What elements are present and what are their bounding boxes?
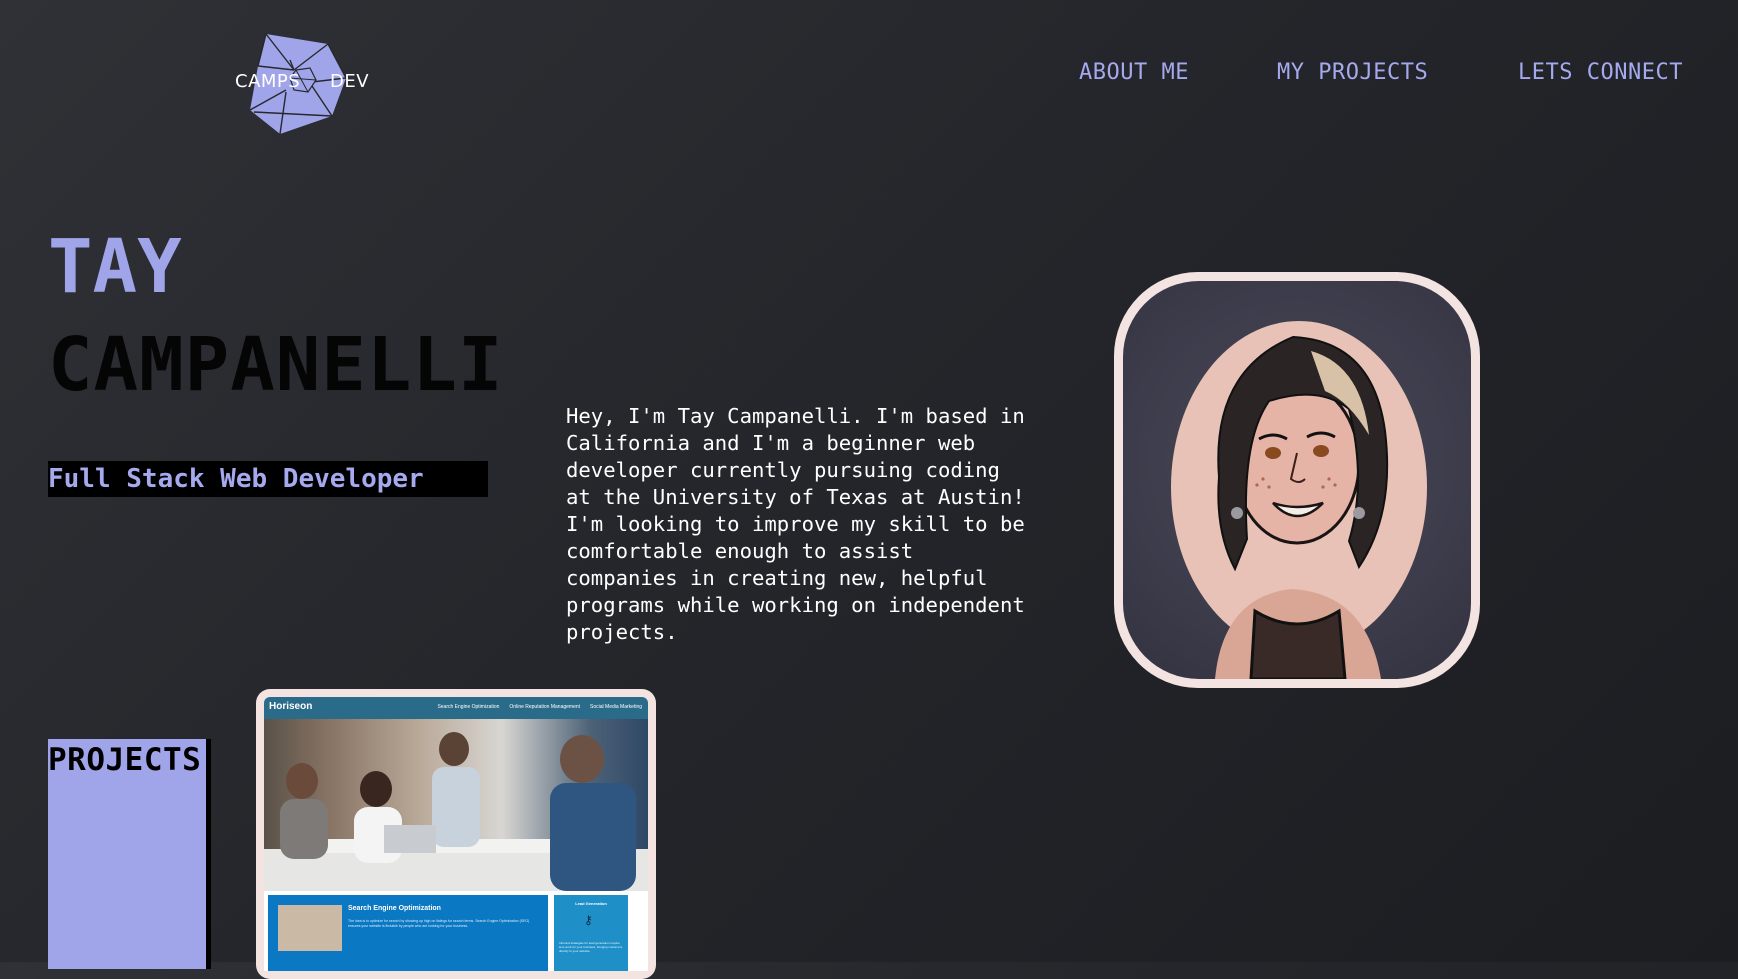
hero-last-name: CAMPANELLI: [48, 322, 504, 408]
preview-brand: Horiseon: [269, 701, 313, 712]
illustrated-portrait-icon: [1171, 321, 1427, 679]
preview-seo-section: Search Engine Optimization The idea is t…: [268, 895, 548, 971]
brand-right-text: DEV: [330, 71, 370, 92]
preview-nav: Search Engine Optimization Online Reputa…: [437, 704, 642, 710]
preview-header: Horiseon Search Engine Optimization Onli…: [264, 697, 648, 719]
preview-seo-text: The idea is to optimize for search by sh…: [348, 919, 530, 928]
avatar-portrait: [1123, 281, 1471, 679]
hero-bio: Hey, I'm Tay Campanelli. I'm based in Ca…: [566, 404, 1025, 644]
brand-left-text: CAMPS: [235, 71, 301, 92]
hero-first-name: TAY: [48, 224, 182, 310]
preview-seo-image: [278, 905, 342, 951]
avatar: [1114, 272, 1480, 688]
nav-about-me[interactable]: ABOUT ME: [1079, 60, 1189, 85]
nav-lets-connect[interactable]: LETS CONNECT: [1518, 60, 1683, 85]
preview-aside-title: Lead Generation: [575, 901, 607, 906]
nav-my-projects[interactable]: MY PROJECTS: [1277, 60, 1428, 85]
team-meeting-photo-icon: [264, 732, 648, 891]
preview-seo-title: Search Engine Optimization: [348, 905, 441, 912]
preview-nav-item: Online Reputation Management: [509, 704, 581, 710]
brand-logo[interactable]: CAMPS DEV: [228, 30, 378, 136]
key-icon: ⚷: [584, 913, 593, 927]
hero-subtitle: Full Stack Web Developer: [48, 461, 488, 497]
project-screenshot: Horiseon Search Engine Optimization Onli…: [264, 697, 648, 971]
projects-heading: PROJECTS: [48, 742, 202, 778]
preview-hero-image: [264, 719, 648, 891]
project-card-horiseon[interactable]: Horiseon Search Engine Optimization Onli…: [256, 689, 656, 979]
preview-nav-item: Search Engine Optimization: [437, 704, 500, 710]
preview-nav-item: Social Media Marketing: [590, 704, 642, 710]
preview-aside: Lead Generation ⚷ Inbound strategies for…: [554, 895, 628, 971]
preview-aside-text: Inbound strategies for lead generation r…: [559, 941, 623, 953]
